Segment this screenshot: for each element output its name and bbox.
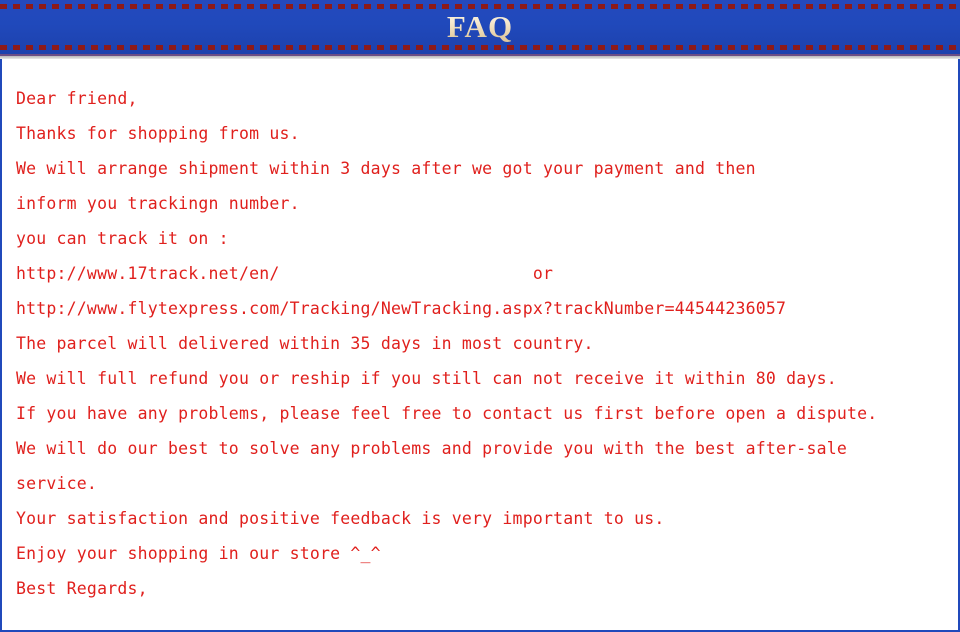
faq-line: We will do our best to solve any problem… — [16, 439, 847, 458]
faq-line-emoticon: Enjoy your shopping in our store ^_^ — [16, 544, 381, 563]
faq-header-banner: FAQ — [0, 0, 960, 54]
faq-text-block: Dear friend, Thanks for shopping from us… — [2, 59, 958, 606]
faq-line: Dear friend, — [16, 89, 138, 108]
faq-line: you can track it on : — [16, 229, 229, 248]
faq-line: inform you trackingn number. — [16, 194, 300, 213]
faq-line: If you have any problems, please feel fr… — [16, 404, 878, 423]
faq-line: service. — [16, 474, 98, 493]
faq-line-tracking-url-flytexpress: http://www.flytexpress.com/Tracking/NewT… — [16, 299, 787, 318]
faq-line-tracking-url-17track: http://www.17track.net/en/ or — [16, 264, 554, 283]
faq-line: We will full refund you or reship if you… — [16, 369, 837, 388]
faq-body-frame: Dear friend, Thanks for shopping from us… — [0, 59, 960, 632]
faq-line: Your satisfaction and positive feedback … — [16, 509, 665, 528]
faq-line: The parcel will delivered within 35 days… — [16, 334, 594, 353]
faq-line-signoff: Best Regards, — [16, 579, 148, 598]
faq-line: We will arrange shipment within 3 days a… — [16, 159, 756, 178]
dashed-border-bottom-icon — [0, 45, 960, 50]
faq-line: Thanks for shopping from us. — [16, 124, 300, 143]
faq-page: FAQ Dear friend, Thanks for shopping fro… — [0, 0, 960, 632]
